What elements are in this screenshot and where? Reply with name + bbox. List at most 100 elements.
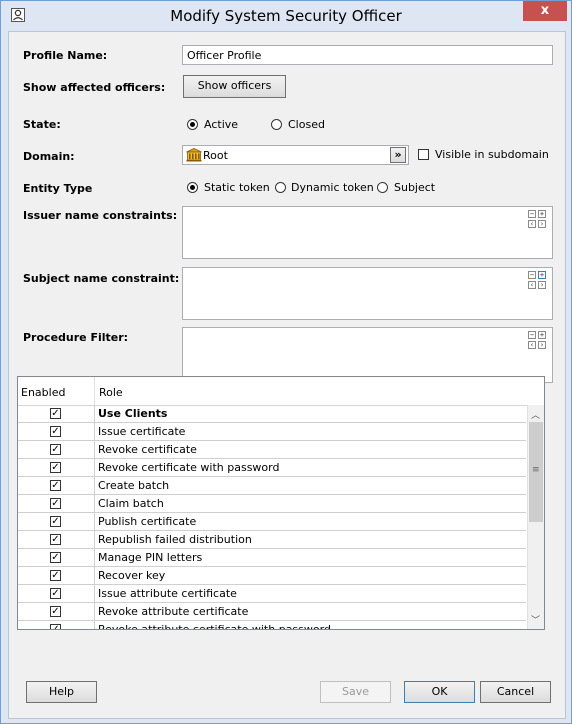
roles-table[interactable]: Enabled Role ✓ Use Clients ✓ Issue certific…	[17, 376, 545, 630]
cancel-button[interactable]: Cancel	[480, 681, 551, 703]
procedure-filter-label: Procedure Filter:	[23, 331, 129, 344]
role-label: Recover key	[98, 569, 166, 582]
role-enabled-checkbox[interactable]: ✓	[50, 408, 61, 419]
visible-in-subdomain-label: Visible in subdomain	[435, 148, 549, 161]
expand-icon[interactable]: +	[538, 331, 546, 339]
column-header-role[interactable]: Role	[99, 386, 123, 399]
entity-static-token-label: Static token	[204, 181, 270, 194]
role-enabled-checkbox[interactable]: ✓	[50, 606, 61, 617]
collapse-icon[interactable]: −	[528, 331, 536, 339]
table-row[interactable]: ✓ Recover key	[18, 567, 526, 585]
role-label: Claim batch	[98, 497, 164, 510]
enabled-cell: ✓	[18, 531, 95, 548]
help-button[interactable]: Help	[26, 681, 97, 703]
table-row[interactable]: ✓ Revoke attribute certificate with passw…	[18, 621, 526, 630]
issuer-constraints-area[interactable]: − + ‹ ›	[182, 206, 553, 259]
role-enabled-checkbox[interactable]: ✓	[50, 426, 61, 437]
show-affected-label: Show affected officers:	[23, 81, 166, 94]
enabled-cell: ✓	[18, 513, 95, 530]
table-row[interactable]: ✓ Revoke attribute certificate	[18, 603, 526, 621]
role-enabled-checkbox[interactable]: ✓	[50, 624, 61, 629]
profile-name-input[interactable]: Officer Profile	[182, 45, 553, 65]
role-label: Create batch	[98, 479, 170, 492]
profile-name-label: Profile Name:	[23, 49, 108, 62]
roles-table-scrollbar[interactable]: ︿ ≡ ﹀	[527, 405, 544, 629]
role-enabled-checkbox[interactable]: ✓	[50, 534, 61, 545]
entity-static-token-radio[interactable]	[187, 182, 198, 193]
role-label: Issue certificate	[98, 425, 186, 438]
entity-dynamic-token-label: Dynamic token	[291, 181, 374, 194]
enabled-cell: ✓	[18, 585, 95, 602]
role-label: Revoke certificate with password	[98, 461, 280, 474]
table-row[interactable]: ✓ Publish certificate	[18, 513, 526, 531]
show-officers-button[interactable]: Show officers	[183, 75, 286, 98]
scroll-right-icon[interactable]: ›	[538, 341, 546, 349]
scroll-up-icon[interactable]: ︿	[531, 408, 540, 421]
scroll-left-icon[interactable]: ‹	[528, 220, 536, 228]
grip-icon: ≡	[532, 465, 540, 475]
enabled-cell: ✓	[18, 603, 95, 620]
role-label: Revoke attribute certificate with passwo…	[98, 623, 331, 630]
roles-table-header: Enabled Role	[18, 377, 544, 406]
save-button[interactable]: Save	[320, 681, 391, 703]
domain-label: Domain:	[23, 150, 75, 163]
entity-dynamic-token-radio[interactable]	[275, 182, 286, 193]
close-button[interactable]: x	[523, 1, 567, 21]
domain-browse-button[interactable]: »	[390, 147, 406, 163]
enabled-cell: ✓	[18, 549, 95, 566]
role-enabled-checkbox[interactable]: ✓	[50, 498, 61, 509]
column-header-enabled[interactable]: Enabled	[21, 386, 65, 399]
expand-icon[interactable]: +	[538, 271, 546, 279]
role-enabled-checkbox[interactable]: ✓	[50, 462, 61, 473]
entity-type-label: Entity Type	[23, 182, 93, 195]
scroll-left-icon[interactable]: ‹	[528, 281, 536, 289]
role-label: Use Clients	[98, 407, 168, 420]
role-label: Revoke certificate	[98, 443, 197, 456]
expand-icon[interactable]: +	[538, 210, 546, 218]
collapse-icon[interactable]: −	[528, 271, 536, 279]
domain-value: Root	[203, 149, 228, 162]
procedure-filter-area[interactable]: − + ‹ ›	[182, 327, 553, 383]
entity-subject-radio[interactable]	[377, 182, 388, 193]
visible-in-subdomain-checkbox[interactable]	[418, 149, 429, 160]
role-enabled-checkbox[interactable]: ✓	[50, 570, 61, 581]
state-closed-radio[interactable]	[271, 119, 282, 130]
issuer-constraints-label: Issuer name constraints:	[23, 209, 178, 222]
role-enabled-checkbox[interactable]: ✓	[50, 552, 61, 563]
table-row[interactable]: ✓ Republish failed distribution	[18, 531, 526, 549]
role-label: Publish certificate	[98, 515, 197, 528]
scroll-left-icon[interactable]: ‹	[528, 341, 536, 349]
scroll-right-icon[interactable]: ›	[538, 220, 546, 228]
collapse-icon[interactable]: −	[528, 210, 536, 218]
entity-subject-label: Subject	[394, 181, 436, 194]
scroll-down-icon[interactable]: ﹀	[531, 613, 540, 626]
table-row[interactable]: ✓ Manage PIN letters	[18, 549, 526, 567]
building-icon	[186, 148, 202, 162]
role-enabled-checkbox[interactable]: ✓	[50, 588, 61, 599]
role-enabled-checkbox[interactable]: ✓	[50, 444, 61, 455]
subject-constraint-area[interactable]: − + ‹ ›	[182, 267, 553, 320]
table-row[interactable]: ✓ Revoke certificate with password	[18, 459, 526, 477]
table-row[interactable]: ✓ Create batch	[18, 477, 526, 495]
table-row[interactable]: ✓ Issue certificate	[18, 423, 526, 441]
state-closed-label: Closed	[288, 118, 325, 131]
state-label: State:	[23, 118, 61, 131]
title-bar[interactable]: Modify System Security Officer x	[1, 1, 571, 31]
role-label: Revoke attribute certificate	[98, 605, 249, 618]
table-row[interactable]: ✓ Claim batch	[18, 495, 526, 513]
table-row[interactable]: ✓ Use Clients	[18, 405, 526, 423]
scroll-right-icon[interactable]: ›	[538, 281, 546, 289]
window-title: Modify System Security Officer	[170, 7, 402, 25]
enabled-cell: ✓	[18, 477, 95, 494]
role-label: Republish failed distribution	[98, 533, 252, 546]
domain-field[interactable]: Root »	[182, 145, 409, 165]
table-row[interactable]: ✓ Revoke certificate	[18, 441, 526, 459]
table-row[interactable]: ✓ Issue attribute certificate	[18, 585, 526, 603]
role-label: Issue attribute certificate	[98, 587, 237, 600]
state-active-radio[interactable]	[187, 119, 198, 130]
scrollbar-thumb[interactable]: ≡	[529, 422, 543, 522]
ok-button[interactable]: OK	[404, 681, 475, 703]
enabled-cell: ✓	[18, 441, 95, 458]
role-enabled-checkbox[interactable]: ✓	[50, 480, 61, 491]
role-enabled-checkbox[interactable]: ✓	[50, 516, 61, 527]
